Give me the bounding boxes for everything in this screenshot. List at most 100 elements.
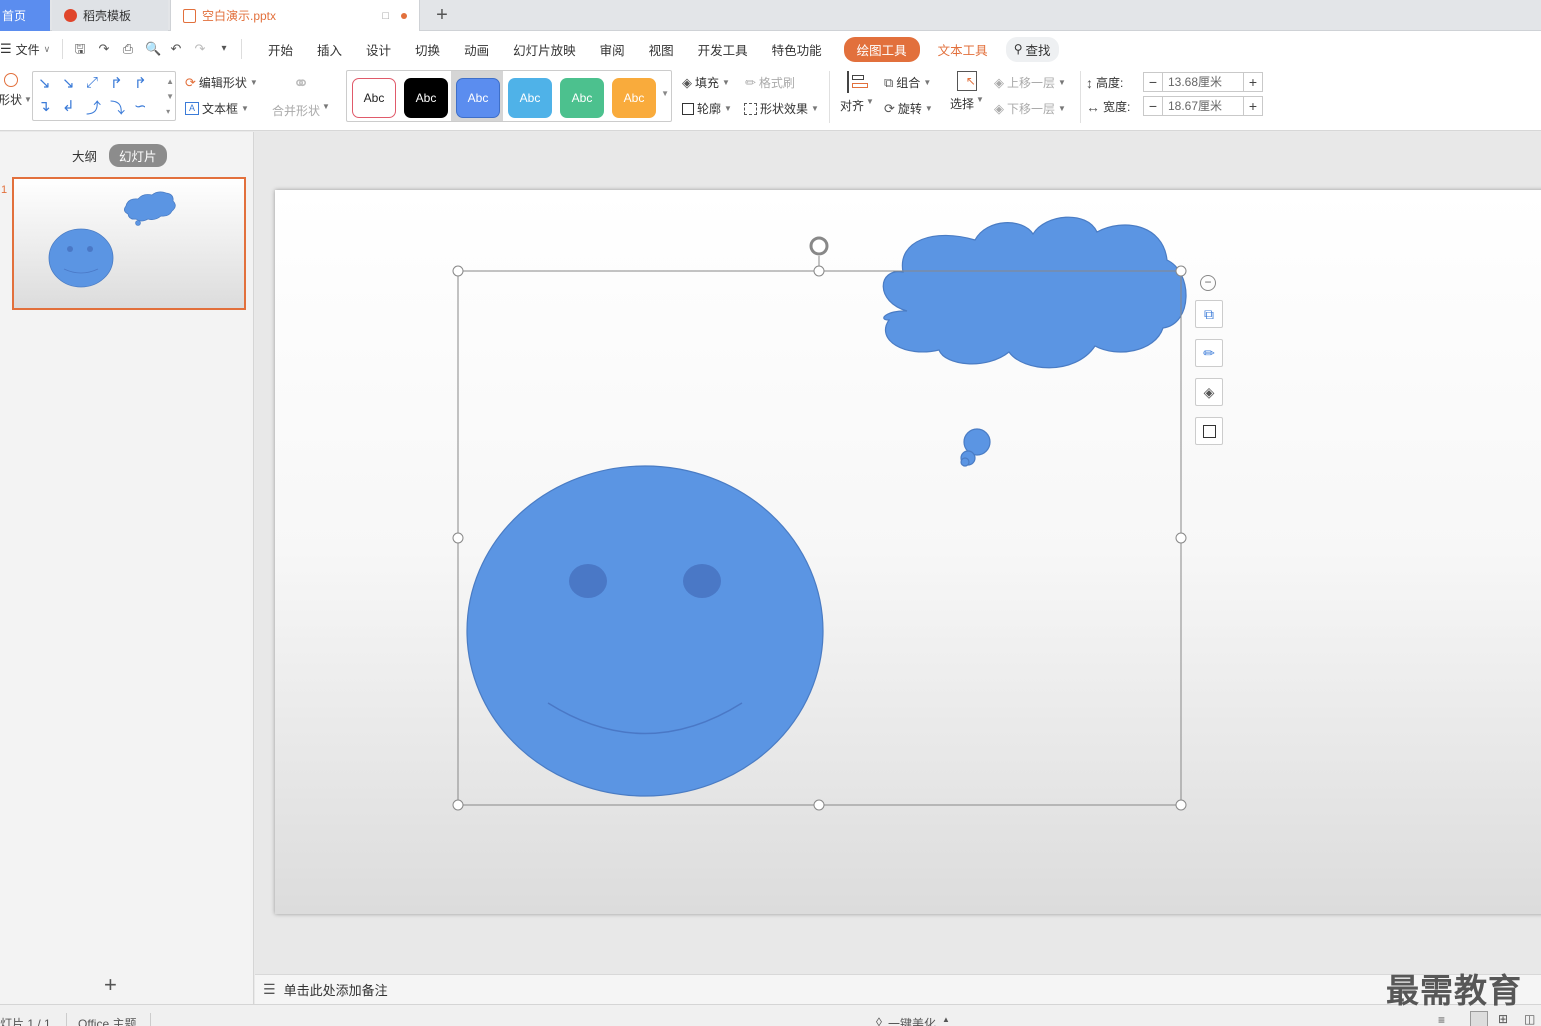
normal-view-icon[interactable] [1470, 1011, 1488, 1026]
tab-document[interactable]: 空白演示.pptx □ [170, 0, 420, 31]
increase-height-button[interactable]: + [1244, 73, 1262, 91]
width-value[interactable]: 18.67厘米 [1162, 97, 1244, 115]
decrease-width-button[interactable]: − [1144, 97, 1162, 115]
shape-style-button[interactable]: ✏ [1195, 339, 1223, 367]
decrease-height-button[interactable]: − [1144, 73, 1162, 91]
smiley-face-shape[interactable] [466, 465, 824, 797]
increase-width-button[interactable]: + [1244, 97, 1262, 115]
tab-template[interactable]: 稻壳模板 [52, 0, 168, 31]
slide-thumbnail[interactable] [12, 177, 246, 310]
text-box-label: 文本框 [202, 102, 239, 116]
line-double-arrow-icon[interactable]: ⤢ [86, 74, 98, 91]
height-label: 高度: [1096, 76, 1124, 90]
tab-insert[interactable]: 插入 [305, 40, 354, 59]
send-backward-button[interactable]: ◈ 下移一层 ▼ [994, 100, 1066, 117]
slide-sorter-icon[interactable]: ⊞ [1498, 1012, 1508, 1026]
hamburger-icon: ☰ [0, 41, 12, 56]
style-swatch-orange[interactable]: Abc [612, 78, 656, 118]
tab-review[interactable]: 审阅 [588, 40, 637, 59]
slides-tab[interactable]: 幻灯片 [109, 144, 167, 167]
tab-text-tools[interactable]: 文本工具 [920, 40, 1006, 59]
style-swatch-green[interactable]: Abc [560, 78, 604, 118]
unsaved-dot-icon [401, 12, 407, 19]
style-swatch-white[interactable]: Abc [352, 78, 396, 118]
shape-effects-button[interactable]: 形状效果 ▼ [744, 100, 819, 117]
thought-cloud-shape[interactable] [882, 216, 1187, 467]
freeform-icon[interactable]: ∽ [134, 97, 147, 115]
style-swatch-lightblue[interactable]: Abc [508, 78, 552, 118]
file-menu[interactable]: ☰ 文件 ∨ [0, 41, 62, 58]
tab-home[interactable]: 首页 [0, 0, 50, 31]
tab-special[interactable]: 特色功能 [760, 40, 834, 59]
line-arrow-icon[interactable]: ↘ [38, 74, 51, 92]
panel-tabs: 大纲 幻灯片 [72, 144, 167, 167]
line-arrow-icon[interactable]: ↘ [62, 74, 75, 92]
group-button[interactable]: ⧉ 组合 ▼ [884, 74, 931, 91]
slide-canvas[interactable] [275, 190, 1541, 914]
add-slide-button[interactable]: + [104, 972, 117, 998]
width-stepper[interactable]: − 18.67厘米 + [1143, 96, 1263, 116]
collapse-toolbar-icon[interactable]: − [1200, 275, 1216, 291]
save-icon[interactable]: 🖫 [73, 42, 87, 56]
notes-toggle-icon[interactable]: ≡ [1438, 1013, 1445, 1026]
menu-bar: ☰ 文件 ∨ 🖫 ↷ ⎙ 🔍 ↶ ↷ ▾ 开始 插入 设计 切换 动画 幻灯片放… [0, 31, 1541, 67]
style-swatch-black[interactable]: Abc [404, 78, 448, 118]
print-icon[interactable]: ⎙ [121, 42, 135, 56]
print-preview-icon[interactable]: 🔍 [145, 42, 161, 56]
curved-connector-icon[interactable]: ⤵ [110, 97, 125, 118]
notes-pane[interactable]: ☰ 单击此处添加备注 [255, 974, 1541, 1004]
right-eye [683, 564, 721, 598]
redo-icon[interactable]: ↷ [193, 42, 207, 56]
edit-shape-button[interactable]: ⟳ 编辑形状 ▼ [185, 74, 258, 91]
align-icon [846, 71, 868, 93]
outline-tab[interactable]: 大纲 [72, 146, 97, 165]
elbow-connector-icon[interactable]: ↱ [134, 74, 147, 92]
rotate-button[interactable]: ⟳ 旋转 ▼ [884, 100, 933, 117]
shape-fill-button[interactable]: ◈ [1195, 378, 1223, 406]
export-icon[interactable]: ↷ [97, 42, 111, 56]
format-painter-button[interactable]: ✏ 格式刷 [745, 74, 795, 91]
tab-design[interactable]: 设计 [354, 40, 403, 59]
tab-slideshow[interactable]: 幻灯片放映 [501, 40, 588, 59]
shape-effects-icon [744, 102, 757, 115]
tab-developer[interactable]: 开发工具 [686, 40, 760, 59]
curved-connector-icon[interactable]: ↲ [62, 97, 75, 115]
shape-layout-button[interactable]: ⧉ [1195, 300, 1223, 328]
tab-start[interactable]: 开始 [256, 40, 305, 59]
gallery-expand-icon[interactable]: ▼ [661, 89, 669, 98]
shape-outline-button[interactable] [1195, 417, 1223, 445]
notes-placeholder: 单击此处添加备注 [283, 983, 388, 998]
fill-button[interactable]: ◈ 填充 ▼ [682, 74, 730, 91]
height-stepper[interactable]: − 13.68厘米 + [1143, 72, 1263, 92]
height-label-group: ↕ 高度: [1086, 74, 1123, 91]
tab-view[interactable]: 视图 [637, 40, 686, 59]
style-swatch-blue[interactable]: Abc [456, 78, 500, 118]
elbow-connector-icon[interactable]: ↱ [110, 74, 123, 92]
elbow-connector-icon[interactable]: ↴ [38, 97, 51, 115]
search-button[interactable]: ⚲ 查找 [1005, 36, 1059, 62]
curved-connector-icon[interactable]: ⤴ [86, 97, 101, 118]
new-tab-button[interactable]: + [430, 4, 454, 28]
outline-button[interactable]: 轮廓 ▼ [682, 100, 732, 117]
monitor-icon[interactable]: □ [382, 10, 389, 22]
reading-view-icon[interactable]: ◫ [1524, 1012, 1535, 1026]
customize-dropdown-icon[interactable]: ▾ [217, 42, 231, 56]
height-value[interactable]: 13.68厘米 [1162, 73, 1244, 91]
gallery-scroll-icon[interactable]: ▲ ▼ ▾ [166, 74, 174, 119]
bring-forward-button[interactable]: ◈ 上移一层 ▼ [994, 74, 1066, 91]
align-button[interactable]: 对齐 ▼ [840, 71, 874, 114]
line-shapes-gallery[interactable]: ↘ ↘ ⤢ ↱ ↱ ↴ ↲ ⤴ ⤵ ∽ ▲ ▼ ▾ [32, 71, 176, 121]
undo-icon[interactable]: ↶ [169, 42, 183, 56]
resize-handle [452, 532, 464, 544]
beautify-button[interactable]: ◊ 一键美化 ▲ [876, 1015, 950, 1026]
merge-shapes-button[interactable]: ⚭ 合并形状 ▼ [272, 71, 330, 119]
text-box-button[interactable]: A 文本框 ▼ [185, 100, 249, 117]
select-label: 选择 [950, 97, 975, 111]
tab-document-label: 空白演示.pptx [202, 9, 277, 23]
tab-transition[interactable]: 切换 [403, 40, 452, 59]
shape-button-label: 形状 [0, 93, 23, 107]
select-button[interactable]: ↖ 选择 ▼ [950, 71, 984, 112]
tab-drawing-tools[interactable]: 绘图工具 [843, 36, 920, 62]
tab-animation[interactable]: 动画 [452, 40, 501, 59]
shape-button[interactable]: 形状 ▼ [0, 73, 32, 108]
